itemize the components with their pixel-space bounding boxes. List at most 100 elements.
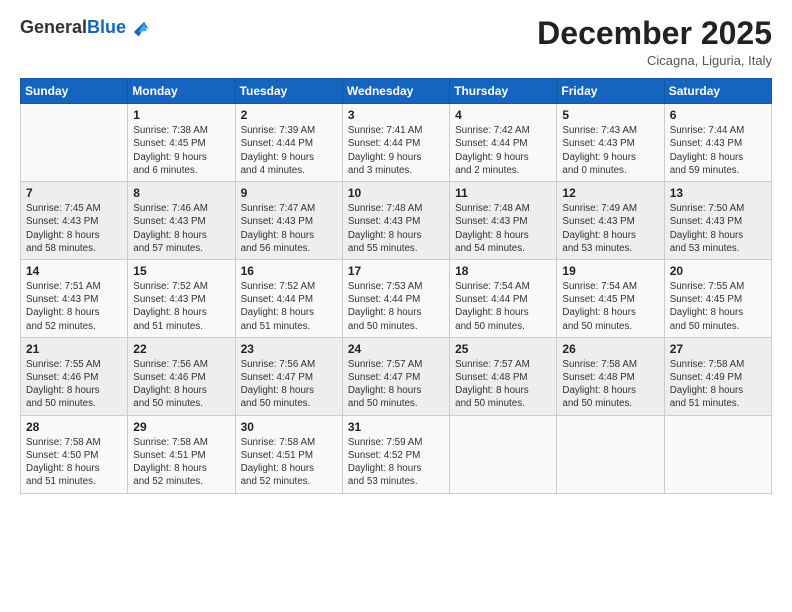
calendar-day-3: 3 Sunrise: 7:41 AM Sunset: 4:44 PM Daylig… [342, 104, 449, 182]
title-block: December 2025 Cicagna, Liguria, Italy [537, 16, 772, 68]
day-info: Sunrise: 7:49 AM Sunset: 4:43 PM Dayligh… [562, 202, 658, 255]
day-number: 28 [26, 420, 122, 434]
calendar-day-18: 18Sunrise: 7:54 AM Sunset: 4:44 PM Dayli… [450, 259, 557, 337]
day-info: Sunrise: 7:43 AM Sunset: 4:43 PM Dayligh… [562, 124, 658, 177]
day-number: 9 [241, 186, 337, 200]
day-number: 11 [455, 186, 551, 200]
day-info: Sunrise: 7:58 AM Sunset: 4:48 PM Dayligh… [562, 358, 658, 411]
empty-cell [557, 415, 664, 493]
day-number: 19 [562, 264, 658, 278]
day-info: Sunrise: 7:48 AM Sunset: 4:43 PM Dayligh… [348, 202, 444, 255]
calendar-table: SundayMondayTuesdayWednesdayThursdayFrid… [20, 78, 772, 493]
calendar-week-5: 28 Sunrise: 7:58 AM Sunset: 4:50 PM Dayli… [21, 415, 772, 493]
day-header-friday: Friday [557, 79, 664, 104]
empty-cell [450, 415, 557, 493]
day-number: 16 [241, 264, 337, 278]
calendar-day-11: 11 Sunrise: 7:48 AM Sunset: 4:43 PM Dayli… [450, 182, 557, 260]
empty-cell [21, 104, 128, 182]
calendar-day-5: 5Sunrise: 7:43 AM Sunset: 4:43 PM Daylig… [557, 104, 664, 182]
calendar-day-13: 13 Sunrise: 7:50 AM Sunset: 4:43 PM Dayli… [664, 182, 771, 260]
calendar-day-28: 28 Sunrise: 7:58 AM Sunset: 4:50 PM Dayli… [21, 415, 128, 493]
day-info: Sunrise: 7:52 AM Sunset: 4:44 PM Dayligh… [241, 280, 337, 333]
day-number: 22 [133, 342, 229, 356]
day-info: Sunrise: 7:47 AM Sunset: 4:43 PM Dayligh… [241, 202, 337, 255]
day-number: 30 [241, 420, 337, 434]
logo: GeneralBlue [20, 16, 150, 40]
day-info: Sunrise: 7:57 AM Sunset: 4:47 PM Dayligh… [348, 358, 444, 411]
day-info: Sunrise: 7:50 AM Sunset: 4:43 PM Dayligh… [670, 202, 766, 255]
calendar-day-9: 9 Sunrise: 7:47 AM Sunset: 4:43 PM Daylig… [235, 182, 342, 260]
day-number: 26 [562, 342, 658, 356]
day-info: Sunrise: 7:48 AM Sunset: 4:43 PM Dayligh… [455, 202, 551, 255]
day-info: Sunrise: 7:59 AM Sunset: 4:52 PM Dayligh… [348, 436, 444, 489]
day-number: 29 [133, 420, 229, 434]
day-number: 13 [670, 186, 766, 200]
calendar-week-2: 7Sunrise: 7:45 AM Sunset: 4:43 PM Daylig… [21, 182, 772, 260]
calendar-day-2: 2Sunrise: 7:39 AM Sunset: 4:44 PM Daylig… [235, 104, 342, 182]
calendar-day-8: 8Sunrise: 7:46 AM Sunset: 4:43 PM Daylig… [128, 182, 235, 260]
calendar-day-22: 22 Sunrise: 7:56 AM Sunset: 4:46 PM Dayli… [128, 337, 235, 415]
calendar-day-6: 6 Sunrise: 7:44 AM Sunset: 4:43 PM Daylig… [664, 104, 771, 182]
calendar-header: SundayMondayTuesdayWednesdayThursdayFrid… [21, 79, 772, 104]
day-info: Sunrise: 7:56 AM Sunset: 4:46 PM Dayligh… [133, 358, 229, 411]
day-info: Sunrise: 7:54 AM Sunset: 4:45 PM Dayligh… [562, 280, 658, 333]
day-number: 25 [455, 342, 551, 356]
calendar-day-20: 20 Sunrise: 7:55 AM Sunset: 4:45 PM Dayli… [664, 259, 771, 337]
day-number: 6 [670, 108, 766, 122]
day-info: Sunrise: 7:58 AM Sunset: 4:51 PM Dayligh… [241, 436, 337, 489]
day-header-sunday: Sunday [21, 79, 128, 104]
day-number: 15 [133, 264, 229, 278]
day-number: 1 [133, 108, 229, 122]
day-number: 2 [241, 108, 337, 122]
calendar-day-16: 16 Sunrise: 7:52 AM Sunset: 4:44 PM Dayli… [235, 259, 342, 337]
calendar-body: 1Sunrise: 7:38 AM Sunset: 4:45 PM Daylig… [21, 104, 772, 493]
day-info: Sunrise: 7:55 AM Sunset: 4:45 PM Dayligh… [670, 280, 766, 333]
calendar-day-24: 24 Sunrise: 7:57 AM Sunset: 4:47 PM Dayli… [342, 337, 449, 415]
calendar-day-4: 4Sunrise: 7:42 AM Sunset: 4:44 PM Daylig… [450, 104, 557, 182]
day-info: Sunrise: 7:55 AM Sunset: 4:46 PM Dayligh… [26, 358, 122, 411]
calendar-day-30: 30 Sunrise: 7:58 AM Sunset: 4:51 PM Dayli… [235, 415, 342, 493]
day-number: 14 [26, 264, 122, 278]
logo-general: GeneralBlue [20, 18, 126, 38]
day-info: Sunrise: 7:54 AM Sunset: 4:44 PM Dayligh… [455, 280, 551, 333]
day-info: Sunrise: 7:42 AM Sunset: 4:44 PM Dayligh… [455, 124, 551, 177]
day-header-saturday: Saturday [664, 79, 771, 104]
day-info: Sunrise: 7:58 AM Sunset: 4:49 PM Dayligh… [670, 358, 766, 411]
calendar-day-14: 14 Sunrise: 7:51 AM Sunset: 4:43 PM Dayli… [21, 259, 128, 337]
day-number: 10 [348, 186, 444, 200]
day-number: 21 [26, 342, 122, 356]
calendar-day-29: 29 Sunrise: 7:58 AM Sunset: 4:51 PM Dayli… [128, 415, 235, 493]
day-header-wednesday: Wednesday [342, 79, 449, 104]
calendar-day-31: 31 Sunrise: 7:59 AM Sunset: 4:52 PM Dayli… [342, 415, 449, 493]
empty-cell [664, 415, 771, 493]
day-info: Sunrise: 7:58 AM Sunset: 4:51 PM Dayligh… [133, 436, 229, 489]
day-number: 23 [241, 342, 337, 356]
calendar-week-4: 21 Sunrise: 7:55 AM Sunset: 4:46 PM Dayli… [21, 337, 772, 415]
day-info: Sunrise: 7:51 AM Sunset: 4:43 PM Dayligh… [26, 280, 122, 333]
day-info: Sunrise: 7:58 AM Sunset: 4:50 PM Dayligh… [26, 436, 122, 489]
day-info: Sunrise: 7:53 AM Sunset: 4:44 PM Dayligh… [348, 280, 444, 333]
day-number: 20 [670, 264, 766, 278]
calendar-day-7: 7Sunrise: 7:45 AM Sunset: 4:43 PM Daylig… [21, 182, 128, 260]
calendar-day-1: 1Sunrise: 7:38 AM Sunset: 4:45 PM Daylig… [128, 104, 235, 182]
calendar-day-23: 23 Sunrise: 7:56 AM Sunset: 4:47 PM Dayli… [235, 337, 342, 415]
day-number: 3 [348, 108, 444, 122]
day-number: 7 [26, 186, 122, 200]
logo-icon [128, 16, 150, 38]
day-header-monday: Monday [128, 79, 235, 104]
day-info: Sunrise: 7:46 AM Sunset: 4:43 PM Dayligh… [133, 202, 229, 255]
day-info: Sunrise: 7:52 AM Sunset: 4:43 PM Dayligh… [133, 280, 229, 333]
day-info: Sunrise: 7:41 AM Sunset: 4:44 PM Dayligh… [348, 124, 444, 177]
day-info: Sunrise: 7:56 AM Sunset: 4:47 PM Dayligh… [241, 358, 337, 411]
day-info: Sunrise: 7:57 AM Sunset: 4:48 PM Dayligh… [455, 358, 551, 411]
day-number: 31 [348, 420, 444, 434]
calendar-week-1: 1Sunrise: 7:38 AM Sunset: 4:45 PM Daylig… [21, 104, 772, 182]
day-info: Sunrise: 7:44 AM Sunset: 4:43 PM Dayligh… [670, 124, 766, 177]
location-subtitle: Cicagna, Liguria, Italy [537, 53, 772, 68]
day-header-thursday: Thursday [450, 79, 557, 104]
day-header-tuesday: Tuesday [235, 79, 342, 104]
day-number: 24 [348, 342, 444, 356]
calendar-day-21: 21 Sunrise: 7:55 AM Sunset: 4:46 PM Dayli… [21, 337, 128, 415]
calendar-day-17: 17Sunrise: 7:53 AM Sunset: 4:44 PM Dayli… [342, 259, 449, 337]
calendar-day-19: 19 Sunrise: 7:54 AM Sunset: 4:45 PM Dayli… [557, 259, 664, 337]
